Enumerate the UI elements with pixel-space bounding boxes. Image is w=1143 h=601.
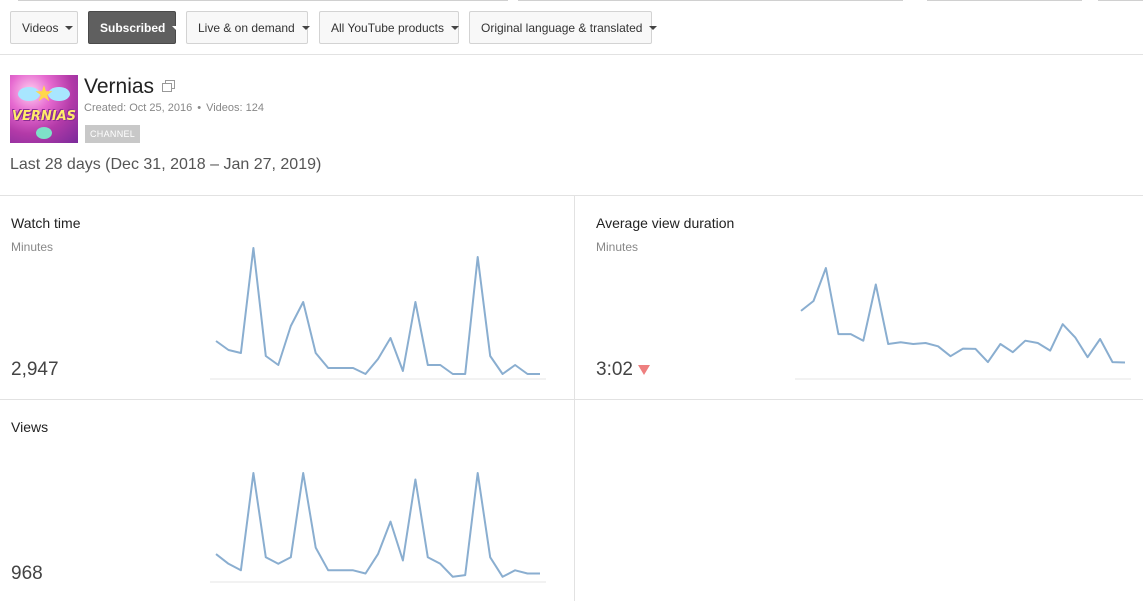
filter-subscribed[interactable]: Subscribed [88,11,181,44]
filter-label: All YouTube products [331,20,444,35]
date-range: Last 28 days (Dec 31, 2018 – Jan 27, 201… [10,156,322,173]
filter-label: Live & on demand [198,20,295,35]
card-value: 968 [11,563,43,584]
filter-youtube-products[interactable]: All YouTube products [319,11,459,44]
card-unit: Minutes [11,240,54,254]
avg-view-duration-sparkline [795,267,1131,380]
card-value: 2,947 [11,359,59,380]
divider [0,399,1143,400]
star-icon: ★ [34,82,54,107]
open-in-new-icon[interactable] [162,80,175,93]
card-title: Views [11,419,49,435]
caret-down-icon [172,25,181,30]
card-value: 3:02 [596,359,633,380]
channel-meta: Created: Oct 25, 2016 • Videos: 124 [84,102,264,114]
video-count: Videos: 124 [206,102,264,114]
watch-time-sparkline [210,247,546,380]
card-value-row: 3:02 [596,359,650,381]
caret-down-icon [65,25,74,30]
caret-down-icon [301,25,310,30]
channel-avatar[interactable]: ★ VERNIAS [10,75,78,143]
card-title: Average view duration [596,215,735,231]
filter-live-on-demand[interactable]: Live & on demand [186,11,310,44]
filter-videos[interactable]: Videos [10,11,78,44]
sparkline-series [215,247,540,375]
sparkline-series [215,472,540,578]
created-date: Created: Oct 25, 2016 [84,102,193,114]
caret-down-icon [649,25,658,30]
card-unit: Minutes [596,240,639,254]
sparkline-series [800,267,1126,364]
divider [0,195,1143,196]
heart-graphic [36,127,52,139]
channel-badge: CHANNEL [85,125,141,143]
views-sparkline [210,472,546,583]
caret-down-icon [450,25,459,30]
filter-label: Videos [22,20,59,35]
trend-down-icon [637,364,650,375]
divider [574,195,575,601]
filter-bar: Videos Subscribed Live & on demand All Y… [0,0,1143,55]
avatar-logo-text: VERNIAS [11,109,77,124]
filter-language[interactable]: Original language & translated [469,11,658,44]
analytics-page: Videos Subscribed Live & on demand All Y… [0,0,1143,601]
separator: • [197,102,202,114]
filter-label: Subscribed [100,20,166,35]
card-title: Watch time [11,215,81,231]
filter-label: Original language & translated [481,20,643,35]
channel-name[interactable]: Vernias [84,75,154,99]
